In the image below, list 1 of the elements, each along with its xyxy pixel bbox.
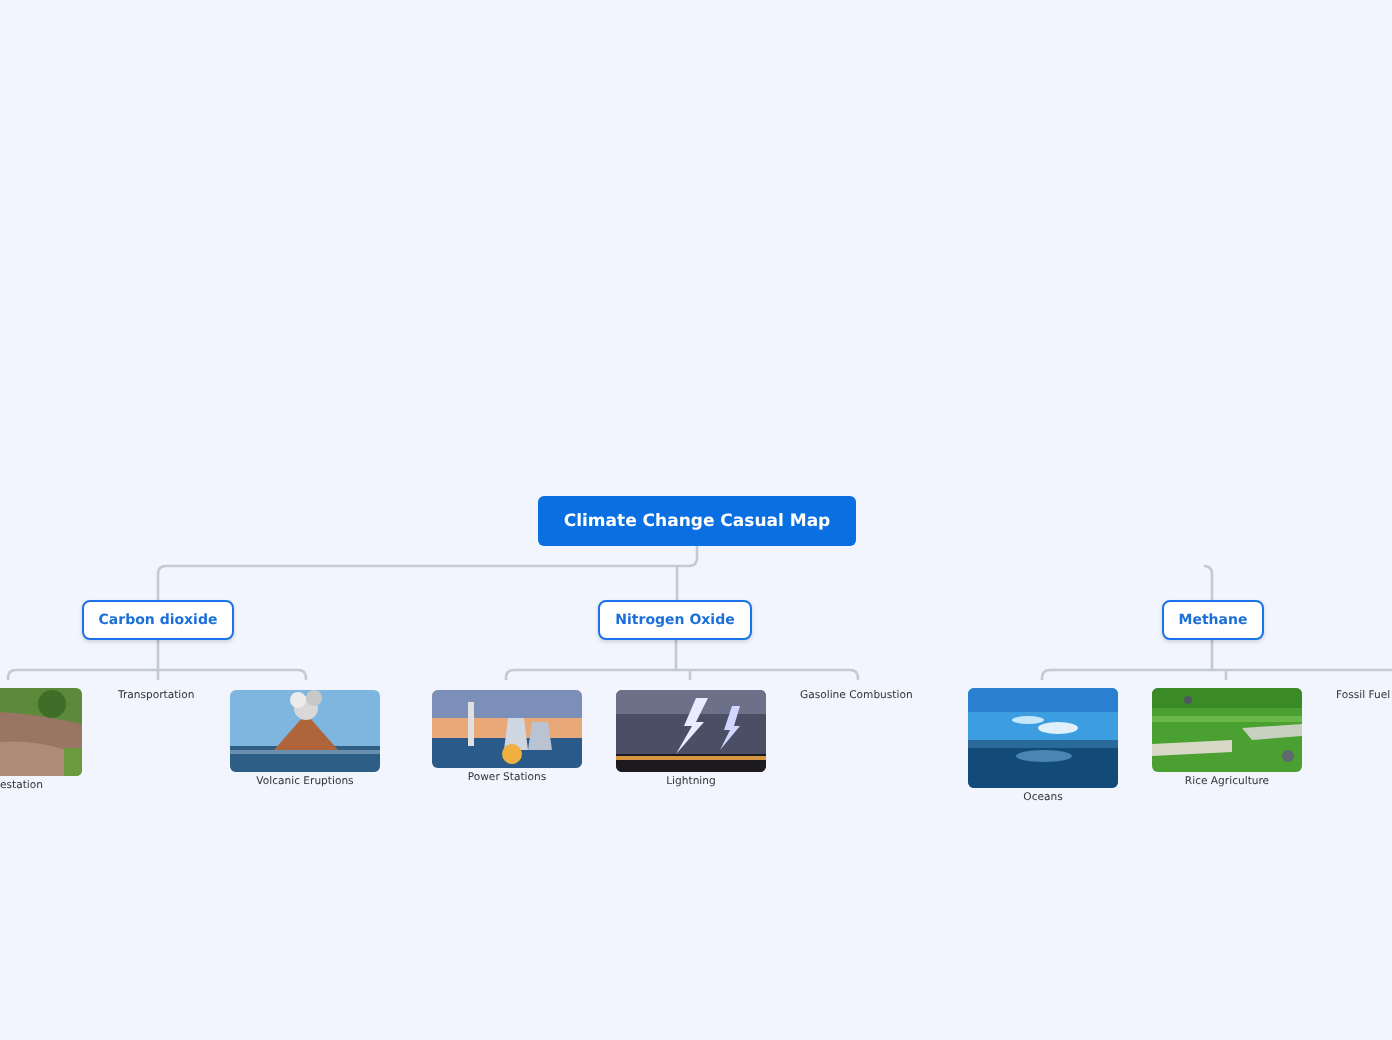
- root-node[interactable]: Climate Change Casual Map: [538, 496, 856, 546]
